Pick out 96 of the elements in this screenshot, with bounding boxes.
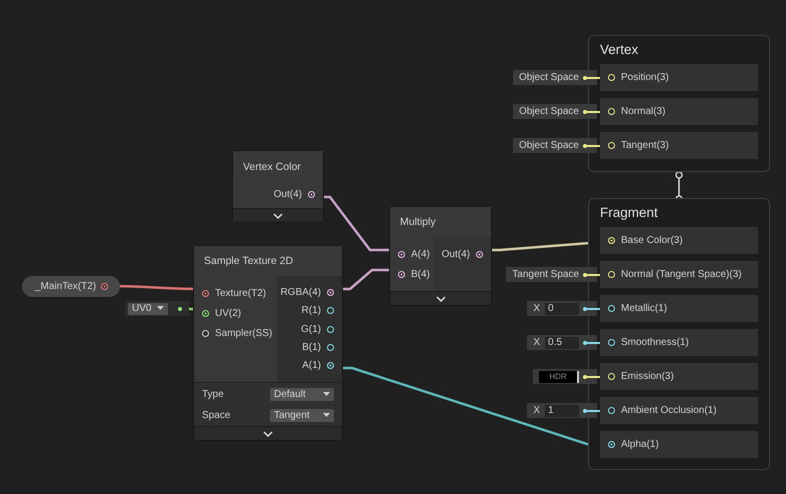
space-dropdown[interactable]: Object Space <box>512 70 597 85</box>
block-title: Vertex <box>600 41 640 57</box>
port-label: G(1) <box>301 324 321 335</box>
dropdown[interactable]: Tangent <box>270 409 334 422</box>
port-label: RGBA(4) <box>280 286 321 298</box>
port[interactable] <box>583 272 587 276</box>
dropdown-arrow-icon <box>323 392 330 397</box>
space-dropdown[interactable]: Object Space <box>512 104 597 119</box>
port[interactable] <box>398 250 405 258</box>
property-label: _MainTex(T2) <box>35 281 96 292</box>
block-slot[interactable]: Tangent(3) <box>600 132 758 159</box>
vertex-color-node[interactable]: Vertex Color Out(4) <box>232 150 324 223</box>
axis-label: X <box>533 303 540 314</box>
wire <box>587 308 600 310</box>
port-label: B(1) <box>302 342 321 353</box>
node-title: Sample Texture 2D <box>194 246 342 276</box>
slot-label: Metallic(1) <box>621 303 668 314</box>
port[interactable] <box>202 310 209 316</box>
port-label: A(1) <box>302 360 321 372</box>
sample-texture-node[interactable]: Sample Texture 2D Texture(T2) UV(2) Sampler(SS) RGBA(4) R(1) G(1) B(1) A(1) Type Default Space Tangent <box>193 245 343 441</box>
slot-label: Base Color(3) <box>621 235 683 246</box>
multiply-node[interactable]: Multiply A(4) B(4) Out(4) <box>389 206 492 306</box>
chevron-icon[interactable] <box>436 296 446 302</box>
port[interactable] <box>327 307 334 314</box>
block-slot[interactable]: Base Color(3) <box>600 227 758 254</box>
axis-label: X <box>533 337 540 348</box>
dropdown[interactable]: Default <box>270 388 334 401</box>
port-label: Sampler(SS) <box>215 328 272 338</box>
block-title: Fragment <box>600 204 659 220</box>
port-label: Out(4) <box>274 188 302 200</box>
dropdown-arrow-icon <box>157 306 164 311</box>
property-node[interactable]: _MainTex(T2) <box>22 276 120 297</box>
block-slot[interactable]: Ambient Occlusion(1) <box>600 397 758 424</box>
port[interactable] <box>583 306 587 310</box>
port-label: UV(2) <box>215 308 242 318</box>
port-label: Out(4) <box>442 248 470 260</box>
number-field[interactable]: 0.5 <box>545 336 579 348</box>
slot-label: Smoothness(1) <box>621 337 689 348</box>
setting-label: Type <box>202 389 224 400</box>
block-slot[interactable]: Position(3) <box>600 64 758 91</box>
port[interactable] <box>608 441 615 448</box>
block-slot[interactable]: Metallic(1) <box>600 295 758 322</box>
block-slot[interactable]: Normal(3) <box>600 98 758 125</box>
port-label: Texture(T2) <box>215 288 266 298</box>
setting-label: Space <box>202 410 230 421</box>
port[interactable] <box>583 110 587 114</box>
axis-label: X <box>533 405 540 416</box>
block-slot[interactable]: Emission(3) <box>600 363 758 390</box>
slot-label: Emission(3) <box>621 371 674 382</box>
port[interactable] <box>308 190 315 198</box>
dropdown-arrow-icon <box>323 413 330 418</box>
slot-label: Normal (Tangent Space)(3) <box>621 269 742 280</box>
slot-label: Tangent(3) <box>621 140 669 151</box>
space-dropdown[interactable]: Tangent Space <box>506 267 597 282</box>
node-title: Multiply <box>390 207 491 237</box>
block-slot[interactable]: Smoothness(1) <box>600 329 758 356</box>
chevron-icon[interactable] <box>263 430 273 436</box>
port[interactable] <box>327 288 334 296</box>
block-slot[interactable]: Alpha(1) <box>600 431 758 458</box>
slot-label: Ambient Occlusion(1) <box>621 405 717 416</box>
number-field[interactable]: 1 <box>545 404 579 416</box>
slot-label: Position(3) <box>621 72 669 83</box>
port[interactable] <box>202 290 209 296</box>
wire <box>587 110 600 112</box>
wire <box>587 144 600 146</box>
port[interactable] <box>583 144 587 148</box>
port[interactable] <box>583 374 587 378</box>
port[interactable] <box>583 340 587 344</box>
port[interactable] <box>608 305 615 312</box>
slot-label: Alpha(1) <box>621 439 659 450</box>
color-swatch[interactable]: HDR <box>539 370 579 382</box>
port[interactable] <box>178 306 182 310</box>
port[interactable] <box>583 408 587 412</box>
port-label: B(4) <box>411 268 430 280</box>
uv-dropdown[interactable]: UV0 <box>128 302 168 314</box>
port[interactable] <box>202 330 209 336</box>
port[interactable] <box>608 339 615 346</box>
chevron-icon[interactable] <box>273 212 283 218</box>
port-label: A(4) <box>411 248 430 260</box>
port[interactable] <box>398 270 405 278</box>
port[interactable] <box>583 76 587 80</box>
port[interactable] <box>327 344 334 351</box>
node-title: Vertex Color <box>233 151 323 182</box>
slot-label: Normal(3) <box>621 106 666 117</box>
space-dropdown[interactable]: Object Space <box>512 138 597 153</box>
number-field[interactable]: 0 <box>545 302 579 314</box>
wire <box>587 274 600 276</box>
wire <box>587 342 600 344</box>
port-label: R(1) <box>302 305 321 316</box>
port[interactable] <box>327 362 334 370</box>
wire <box>587 76 600 78</box>
port[interactable] <box>327 326 334 333</box>
block-slot[interactable]: Normal (Tangent Space)(3) <box>600 261 758 288</box>
port[interactable] <box>476 250 483 258</box>
port[interactable] <box>101 283 108 290</box>
port[interactable] <box>608 407 615 414</box>
